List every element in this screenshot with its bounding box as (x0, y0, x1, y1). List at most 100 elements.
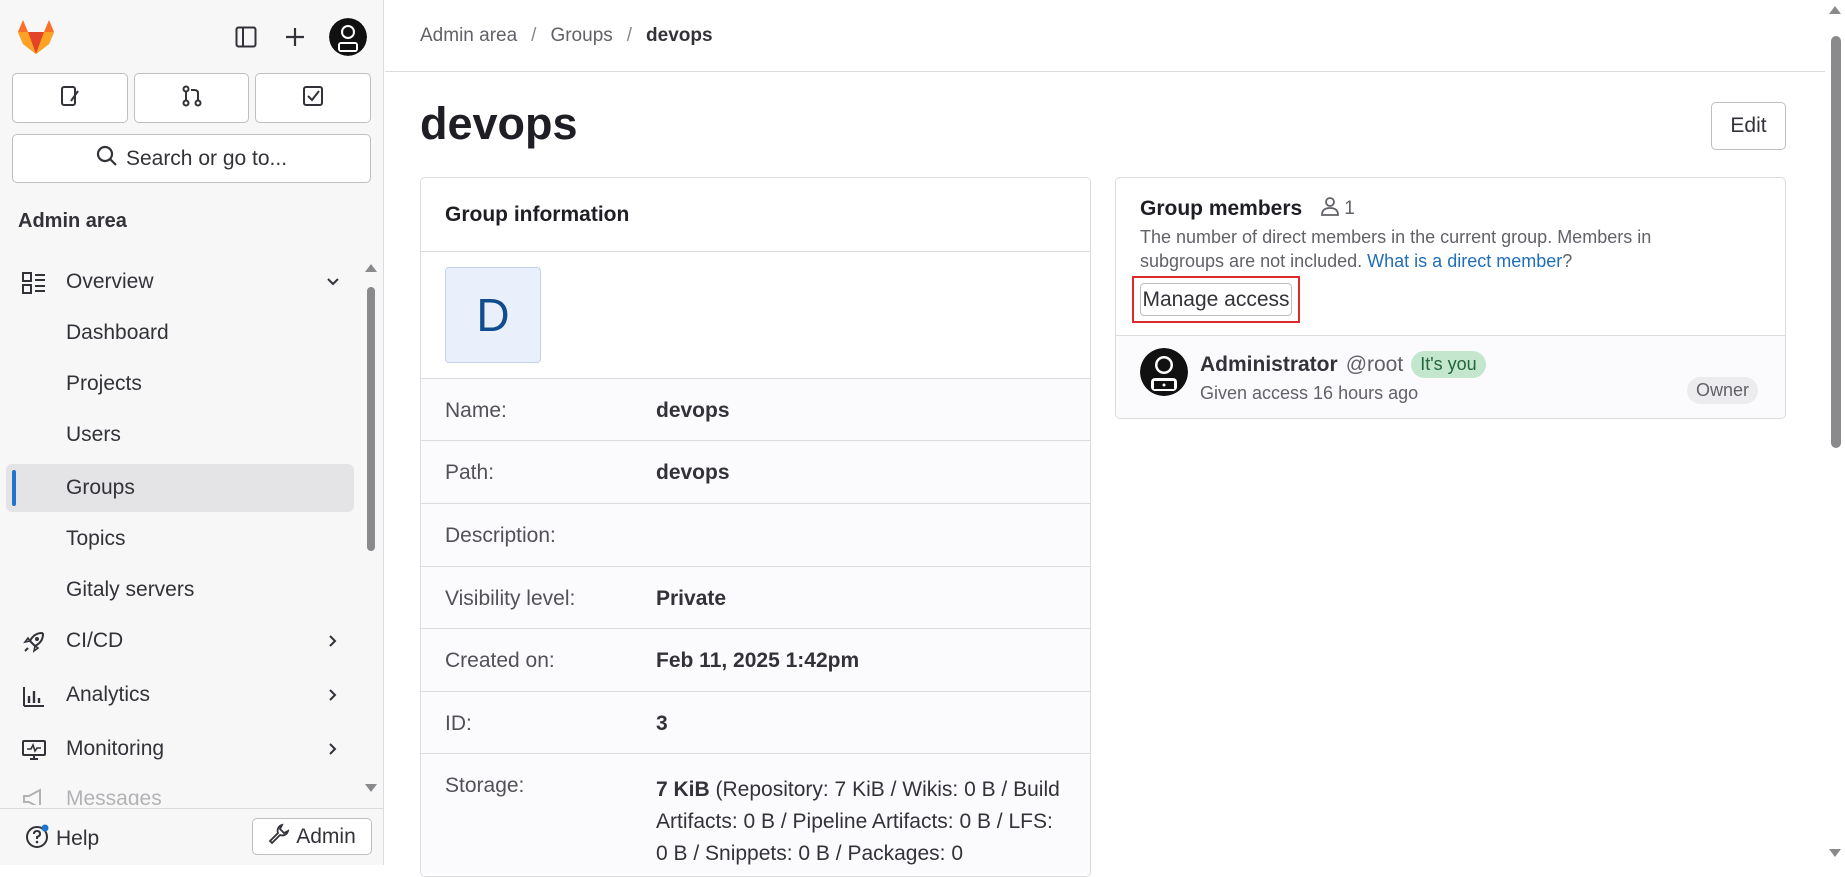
direct-member-link[interactable]: What is a direct member (1367, 251, 1562, 271)
sidebar-item-label: Topics (66, 527, 126, 550)
breadcrumb-admin-area[interactable]: Admin area (420, 25, 517, 47)
admin-label: Admin (296, 824, 356, 848)
user-icon (1320, 196, 1340, 222)
info-key: ID: (445, 712, 472, 735)
members-description: The number of direct members in the curr… (1140, 225, 1740, 273)
group-information-card: Group information D Name: devops Path: d… (420, 177, 1091, 877)
sidebar-item-label: Dashboard (66, 321, 169, 344)
sidebar-item-users[interactable]: Users (6, 411, 354, 459)
info-row-created-on: Created on: Feb 11, 2025 1:42pm (421, 629, 1090, 692)
sidebar-toggle-icon[interactable] (229, 20, 263, 54)
sidebar-item-label: Monitoring (66, 737, 165, 760)
sidebar-item-gitaly-servers[interactable]: Gitaly servers (6, 566, 354, 614)
members-header: Group members 1 (1140, 196, 1355, 222)
monitor-icon (22, 738, 46, 762)
issues-button[interactable] (12, 73, 128, 123)
member-row: Administrator @root It's you Given acces… (1116, 336, 1785, 418)
member-access-info: Given access 16 hours ago (1200, 383, 1419, 403)
sidebar-item-label: Messages (66, 787, 162, 805)
manage-access-highlight: Manage access (1132, 276, 1300, 323)
chevron-right-icon (322, 684, 344, 706)
breadcrumb-current[interactable]: devops (646, 25, 713, 47)
help-icon (24, 823, 50, 855)
storage-total: 7 KiB (656, 778, 710, 801)
member-name-line: Administrator @root It's you (1200, 351, 1486, 378)
storage-value: 7 KiB (Repository: 7 KiB / Wikis: 0 B / … (656, 774, 1066, 870)
help-button[interactable]: Help (24, 823, 99, 855)
sidebar-item-groups[interactable]: Groups (6, 464, 354, 512)
sidebar-scrollbar-thumb[interactable] (367, 287, 375, 551)
info-key: Storage: (445, 774, 525, 797)
page-title: devops (420, 98, 578, 149)
info-key: Name: (445, 399, 507, 422)
help-label: Help (56, 827, 100, 850)
link-suffix: ? (1562, 251, 1573, 271)
todos-button[interactable] (255, 73, 372, 123)
overview-icon (22, 271, 46, 295)
search-button[interactable]: Search or go to... (12, 134, 371, 183)
sidebar-item-analytics[interactable]: Analytics (6, 671, 354, 719)
issues-icon (59, 85, 81, 112)
info-key: Visibility level: (445, 587, 576, 610)
edit-button[interactable]: Edit (1711, 102, 1786, 150)
breadcrumb-separator: / (531, 24, 537, 46)
sidebar-item-label: Projects (66, 372, 142, 395)
sidebar: Search or go to... Admin area Overview D… (0, 0, 384, 865)
sidebar-item-label: CI/CD (66, 629, 124, 652)
main-content: Admin area / Groups / devops devops Edit… (385, 0, 1825, 877)
search-label: Search or go to... (125, 146, 288, 170)
role-badge: Owner (1687, 377, 1759, 404)
member-username: @root (1345, 352, 1404, 376)
group-avatar-row: D (421, 252, 1090, 379)
manage-access-button[interactable]: Manage access (1140, 283, 1292, 316)
admin-button[interactable]: Admin (252, 818, 372, 855)
sidebar-item-topics[interactable]: Topics (6, 515, 354, 563)
breadcrumb-groups[interactable]: Groups (550, 25, 612, 47)
breadcrumb-separator: / (626, 24, 633, 46)
bullhorn-icon (22, 787, 46, 805)
card-heading: Group information (421, 178, 1090, 252)
info-row-id: ID: 3 (421, 692, 1090, 754)
sidebar-item-dashboard[interactable]: Dashboard (6, 309, 354, 357)
info-value: Feb 11, 2025 1:42pm (656, 649, 860, 672)
user-avatar[interactable] (329, 18, 367, 56)
sidebar-item-monitoring[interactable]: Monitoring (6, 725, 354, 773)
group-members-card: Group members 1 The number of direct mem… (1115, 177, 1786, 419)
sidebar-item-projects[interactable]: Projects (6, 360, 354, 408)
group-avatar: D (445, 267, 541, 363)
sidebar-item-label: Analytics (66, 683, 151, 706)
sidebar-item-label: Gitaly servers (66, 578, 195, 601)
chart-icon (22, 684, 46, 708)
storage-breakdown: (Repository: 7 KiB / Wikis: 0 B / Build … (656, 778, 1060, 865)
quick-actions (12, 73, 372, 123)
member-name[interactable]: Administrator (1200, 353, 1338, 377)
sidebar-item-cicd[interactable]: CI/CD (6, 617, 354, 665)
member-avatar[interactable] (1140, 348, 1188, 396)
plus-icon[interactable] (278, 20, 312, 54)
info-value: 3 (656, 712, 668, 735)
members-count-value: 1 (1344, 198, 1355, 219)
info-key: Path: (445, 461, 495, 484)
sidebar-item-messages[interactable]: Messages (6, 779, 354, 805)
search-icon (96, 145, 118, 173)
info-key: Description: (445, 524, 556, 547)
chevron-down-icon (322, 271, 344, 293)
breadcrumb: Admin area / Groups / devops (385, 0, 1825, 72)
members-heading: Group members (1140, 197, 1303, 220)
info-value: devops (656, 461, 730, 484)
rocket-icon (22, 630, 46, 654)
sidebar-item-label: Users (66, 423, 121, 446)
sidebar-header (0, 0, 383, 72)
info-row-visibility: Visibility level: Private (421, 567, 1090, 629)
wrench-icon (268, 823, 290, 851)
sidebar-item-overview[interactable]: Overview (6, 258, 354, 306)
merge-requests-button[interactable] (133, 73, 250, 123)
window-scrollbar-thumb[interactable] (1831, 36, 1841, 448)
sidebar-item-label: Groups (66, 476, 135, 499)
info-value: Private (656, 587, 727, 610)
gitlab-logo-icon[interactable] (16, 18, 56, 56)
info-row-name: Name: devops (421, 379, 1090, 441)
info-row-storage: Storage: 7 KiB (Repository: 7 KiB / Wiki… (421, 754, 1090, 874)
chevron-right-icon (322, 738, 344, 760)
todo-check-icon (302, 85, 324, 112)
